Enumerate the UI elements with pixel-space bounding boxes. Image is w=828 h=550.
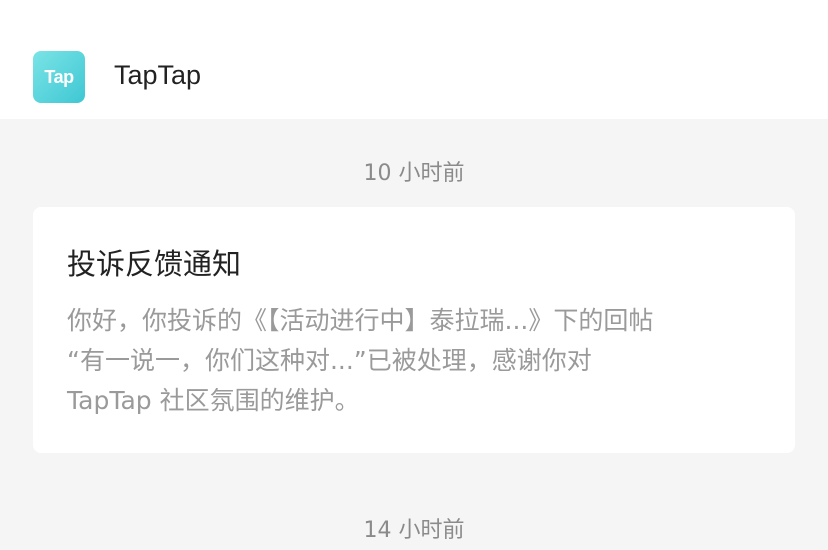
app-header: Tap TapTap bbox=[0, 0, 828, 119]
notification-body-line: TapTap 社区氛围的维护。 bbox=[67, 386, 360, 415]
notification-body-line: “有一说一，你们这种对...”已被处理，感谢你对 bbox=[67, 346, 592, 375]
taptap-app-icon[interactable]: Tap bbox=[33, 51, 85, 103]
notification-card[interactable]: 投诉反馈通知 你好，你投诉的《【活动进行中】泰拉瑞...》下的回帖 “有一说一，… bbox=[33, 207, 795, 453]
message-timestamp: 14 小时前 bbox=[363, 518, 465, 543]
app-name: TapTap bbox=[114, 60, 202, 90]
notification-body-line: 你好，你投诉的《【活动进行中】泰拉瑞...》下的回帖 bbox=[67, 306, 654, 335]
notification-title: 投诉反馈通知 bbox=[67, 247, 242, 281]
notification-body: 你好，你投诉的《【活动进行中】泰拉瑞...》下的回帖 “有一说一，你们这种对..… bbox=[67, 301, 767, 421]
app-icon-label: Tap bbox=[44, 66, 74, 87]
message-timestamp: 10 小时前 bbox=[363, 161, 465, 186]
